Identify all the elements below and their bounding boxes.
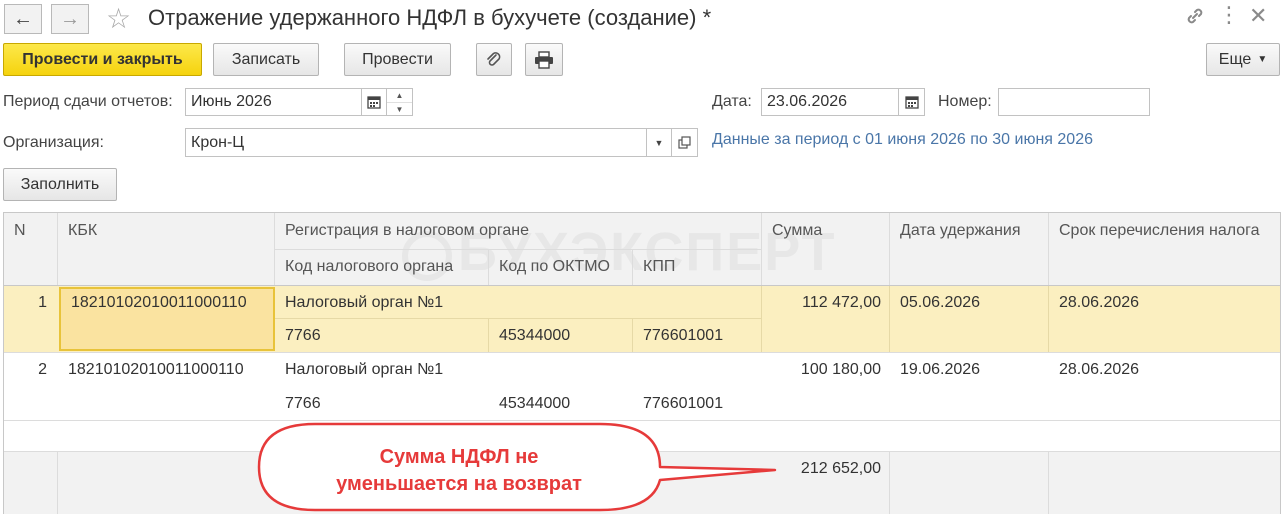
open-window-icon (678, 136, 691, 149)
row1-kbk[interactable]: 18210102010011000110 (59, 287, 275, 351)
period-spinner[interactable]: ▲ ▼ (386, 88, 413, 116)
header-kbk[interactable]: КБК (58, 213, 97, 249)
more-vertical-icon[interactable]: ⋮ (1218, 2, 1240, 28)
spinner-up-icon[interactable]: ▲ (387, 89, 412, 103)
row2-kbk[interactable]: 18210102010011000110 (58, 353, 244, 387)
row2-kpp[interactable]: 776601001 (633, 387, 723, 421)
row1-n: 1 (38, 293, 47, 311)
header-tax-code[interactable]: Код налогового органа (275, 249, 453, 285)
row1-due[interactable]: 28.06.2026 (1049, 286, 1139, 319)
organization-field[interactable]: Крон-Ц (185, 128, 647, 157)
row2-due[interactable]: 28.06.2026 (1049, 353, 1139, 387)
arrow-left-icon: ← (13, 7, 33, 30)
row1-sum[interactable]: 112 472,00 (762, 286, 889, 319)
header-date[interactable]: Дата удержания (890, 213, 1021, 249)
calendar-icon (367, 96, 381, 109)
row2-date[interactable]: 19.06.2026 (890, 353, 980, 387)
link-icon[interactable] (1184, 5, 1206, 27)
row2-n: 2 (38, 361, 47, 378)
number-label: Номер: (938, 93, 992, 110)
organization-open-button[interactable] (671, 128, 698, 157)
arrow-right-icon: → (60, 7, 80, 30)
header-oktmo[interactable]: Код по ОКТМО (489, 249, 610, 285)
attach-button[interactable] (476, 43, 512, 76)
printer-icon (535, 50, 553, 69)
save-button[interactable]: Записать (213, 43, 319, 76)
row2-sum[interactable]: 100 180,00 (762, 353, 889, 387)
spinner-down-icon[interactable]: ▼ (387, 103, 412, 116)
favorite-star-icon[interactable]: ☆ (106, 2, 131, 35)
close-icon[interactable]: ✕ (1249, 3, 1267, 29)
post-and-close-button[interactable]: Провести и закрыть (3, 43, 202, 76)
more-button-label: Еще (1218, 50, 1252, 68)
number-field[interactable] (998, 88, 1150, 116)
period-calendar-button[interactable] (361, 88, 387, 116)
header-kpp[interactable]: КПП (633, 249, 675, 285)
row1-registration[interactable]: Налоговый орган №1 (275, 286, 443, 319)
row1-tax-code[interactable]: 7766 (275, 319, 321, 352)
date-calendar-button[interactable] (898, 88, 925, 116)
header-sum[interactable]: Сумма (762, 213, 822, 249)
callout-line2: уменьшается на возврат (336, 473, 582, 495)
organization-dropdown-button[interactable]: ▼ (646, 128, 672, 157)
header-due[interactable]: Срок перечисления налога (1049, 213, 1260, 249)
more-button[interactable]: Еще ▼ (1206, 43, 1280, 76)
row1-oktmo[interactable]: 45344000 (489, 319, 570, 352)
header-registration[interactable]: Регистрация в налоговом органе (275, 213, 529, 249)
date-label: Дата: (712, 93, 752, 110)
period-field[interactable]: Июнь 2026 (185, 88, 362, 116)
caret-down-icon: ▼ (1257, 54, 1268, 65)
row1-date[interactable]: 05.06.2026 (890, 286, 980, 319)
row2-registration[interactable]: Налоговый орган №1 (275, 353, 443, 387)
post-button[interactable]: Провести (344, 43, 451, 76)
date-field[interactable]: 23.06.2026 (761, 88, 899, 116)
callout-line1: Сумма НДФЛ не (379, 446, 539, 468)
fill-button[interactable]: Заполнить (3, 168, 117, 201)
row2-oktmo[interactable]: 45344000 (489, 387, 570, 421)
forward-button[interactable]: → (51, 4, 89, 34)
caret-down-icon: ▼ (654, 137, 664, 148)
header-n[interactable]: N (4, 213, 26, 249)
calendar-icon (904, 96, 919, 109)
row1-kpp[interactable]: 776601001 (633, 319, 723, 352)
page-title: Отражение удержанного НДФЛ в бухучете (с… (148, 5, 712, 30)
paperclip-icon (487, 51, 501, 66)
organization-label: Организация: (3, 134, 104, 151)
period-label: Период сдачи отчетов: (3, 93, 173, 110)
print-button[interactable] (525, 43, 563, 76)
period-info-link[interactable]: Данные за период с 01 июня 2026 по 30 ию… (712, 131, 1093, 149)
callout-text: Сумма НДФЛ не уменьшается на возврат (259, 444, 659, 498)
row2-tax-code[interactable]: 7766 (275, 387, 321, 421)
back-button[interactable]: ← (4, 4, 42, 34)
